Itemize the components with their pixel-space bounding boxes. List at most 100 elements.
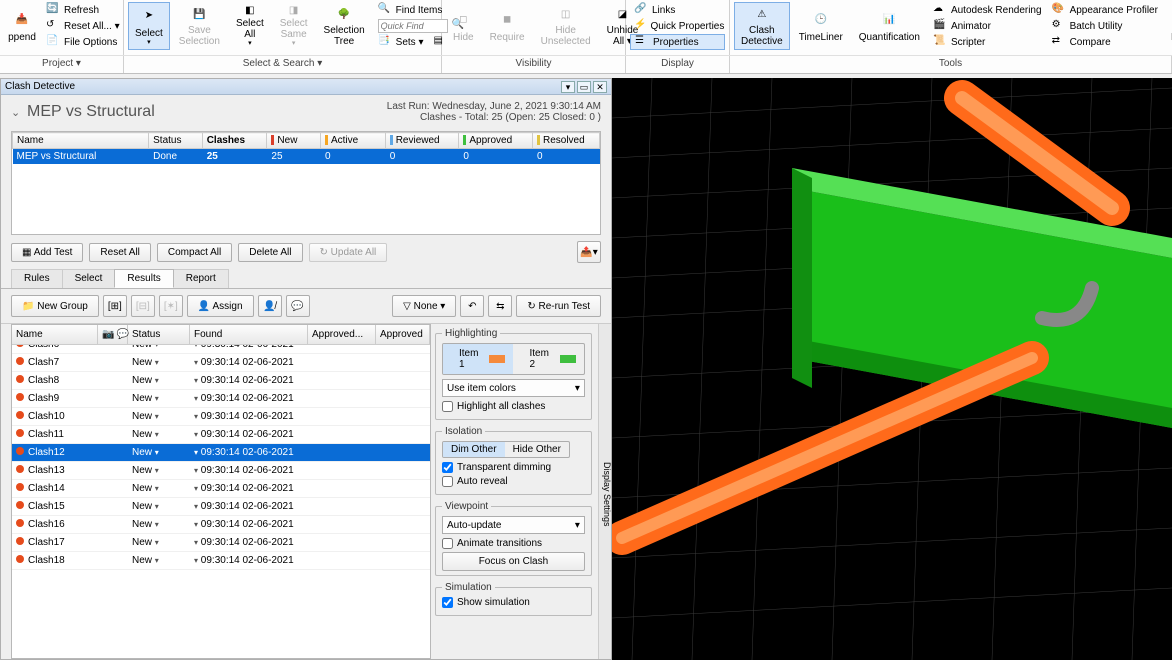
group-button[interactable]: [⊞] [103, 295, 127, 317]
status-dropdown-icon[interactable]: ▾ [155, 394, 159, 403]
filter-none-button[interactable]: ▽ None ▾ [392, 295, 456, 317]
col-active[interactable]: Active [320, 133, 385, 149]
properties-button[interactable]: ☰Properties [630, 34, 725, 50]
selection-tree-button[interactable]: 🌳Selection Tree [317, 2, 372, 50]
panel-dropdown-icon[interactable]: ▾ [561, 81, 575, 93]
comment-button[interactable]: 💬 [286, 295, 310, 317]
hide-button[interactable]: ◻Hide [446, 2, 481, 50]
status-dropdown-icon[interactable]: ▾ [155, 556, 159, 565]
found-dropdown-icon[interactable]: ▾ [194, 430, 198, 439]
found-dropdown-icon[interactable]: ▾ [194, 484, 198, 493]
display-settings-flyout[interactable]: Display Settings [598, 324, 611, 659]
add-test-button[interactable]: ▦ Add Test [11, 243, 83, 262]
tab-rules[interactable]: Rules [11, 269, 63, 288]
refresh-button[interactable]: 🔄Refresh [42, 2, 124, 18]
clash-row[interactable]: Clash8New ▾▾ 09:30:14 02-06-2021 [12, 372, 430, 390]
clash-row[interactable]: Clash9New ▾▾ 09:30:14 02-06-2021 [12, 390, 430, 408]
found-dropdown-icon[interactable]: ▾ [194, 376, 198, 385]
status-dropdown-icon[interactable]: ▾ [155, 502, 159, 511]
status-dropdown-icon[interactable]: ▾ [155, 466, 159, 475]
panel-pin-icon[interactable]: ▭ [577, 81, 591, 93]
found-dropdown-icon[interactable]: ▾ [194, 520, 198, 529]
select-same-button[interactable]: ◨Select Same▾ [273, 2, 315, 50]
highlight-color-combo[interactable]: Use item colors▾ [442, 379, 585, 397]
results-col-name[interactable]: Name [12, 325, 98, 344]
status-dropdown-icon[interactable]: ▾ [155, 430, 159, 439]
quick-properties-button[interactable]: ⚡Quick Properties [630, 18, 725, 34]
update-all-button[interactable]: ↻ Update All [309, 243, 388, 262]
dim-other-toggle[interactable]: Dim Other [443, 442, 505, 457]
require-button[interactable]: ◼Require [483, 2, 532, 50]
append-button[interactable]: 📥 ppend [4, 2, 40, 50]
clash-row[interactable]: Clash7New ▾▾ 09:30:14 02-06-2021 [12, 354, 430, 372]
col-clashes[interactable]: Clashes [202, 133, 267, 149]
unassign-button[interactable]: 👤̸ [258, 295, 282, 317]
results-col-status[interactable]: Status [128, 325, 190, 344]
test-row[interactable]: MEP vs Structural Done 25 25 0 0 0 0 [13, 149, 600, 165]
status-dropdown-icon[interactable]: ▾ [155, 376, 159, 385]
animate-transitions-checkbox[interactable]: Animate transitions [442, 538, 585, 549]
3d-viewport[interactable] [612, 78, 1172, 660]
found-dropdown-icon[interactable]: ▾ [194, 394, 198, 403]
tab-select[interactable]: Select [62, 269, 116, 288]
animator-button[interactable]: 🎬Animator [929, 18, 1046, 34]
data-button[interactable]: 🗃Data [1164, 2, 1172, 50]
clash-row[interactable]: Clash12New ▾▾ 09:30:14 02-06-2021 [12, 444, 430, 462]
delete-all-button[interactable]: Delete All [238, 243, 302, 262]
auto-reveal-checkbox[interactable]: Auto reveal [442, 476, 585, 487]
clash-row[interactable]: Clash18New ▾▾ 09:30:14 02-06-2021 [12, 552, 430, 570]
clash-row[interactable]: Clash6New ▾▾ 09:30:14 02-06-2021 [12, 345, 430, 354]
explode-button[interactable]: [✶] [159, 295, 183, 317]
status-dropdown-icon[interactable]: ▾ [155, 520, 159, 529]
col-name[interactable]: Name [13, 133, 149, 149]
chevron-down-icon[interactable]: ⌄ [11, 106, 21, 119]
new-group-button[interactable]: 📁 New Group [11, 295, 99, 317]
clash-row[interactable]: Clash13New ▾▾ 09:30:14 02-06-2021 [12, 462, 430, 480]
tab-results[interactable]: Results [114, 269, 173, 288]
reset-all-button[interactable]: Reset All [89, 243, 150, 262]
status-dropdown-icon[interactable]: ▾ [155, 412, 159, 421]
panel-close-icon[interactable]: ✕ [593, 81, 607, 93]
quantification-button[interactable]: 📊Quantification [852, 2, 927, 50]
col-new[interactable]: New [267, 133, 321, 149]
panel-titlebar[interactable]: Clash Detective ▾ ▭ ✕ [1, 79, 611, 95]
found-dropdown-icon[interactable]: ▾ [194, 502, 198, 511]
compare-button[interactable]: ⇄Compare [1048, 34, 1162, 50]
compact-all-button[interactable]: Compact All [157, 243, 232, 262]
results-col-icons[interactable]: 📷💬 [98, 325, 128, 344]
project-group-label[interactable]: Project ▾ [0, 56, 124, 73]
select-search-group-label[interactable]: Select & Search ▾ [124, 56, 442, 73]
appearance-profiler-button[interactable]: 🎨Appearance Profiler [1048, 2, 1162, 18]
clash-row[interactable]: Clash17New ▾▾ 09:30:14 02-06-2021 [12, 534, 430, 552]
clash-row[interactable]: Clash14New ▾▾ 09:30:14 02-06-2021 [12, 480, 430, 498]
viewpoint-combo[interactable]: Auto-update▾ [442, 516, 585, 534]
timeliner-button[interactable]: 🕒TimeLiner [792, 2, 850, 50]
found-dropdown-icon[interactable]: ▾ [194, 466, 198, 475]
autodesk-rendering-button[interactable]: ☁Autodesk Rendering [929, 2, 1046, 18]
clash-detective-button[interactable]: ⚠Clash Detective [734, 2, 790, 50]
found-dropdown-icon[interactable]: ▾ [194, 358, 198, 367]
batch-utility-button[interactable]: ⚙Batch Utility [1048, 18, 1162, 34]
redo-button[interactable]: ⇆ [488, 295, 512, 317]
results-col-found[interactable]: Found [190, 325, 308, 344]
found-dropdown-icon[interactable]: ▾ [194, 345, 198, 349]
status-dropdown-icon[interactable]: ▾ [155, 345, 159, 349]
clash-row[interactable]: Clash15New ▾▾ 09:30:14 02-06-2021 [12, 498, 430, 516]
clash-row[interactable]: Clash11New ▾▾ 09:30:14 02-06-2021 [12, 426, 430, 444]
quick-find-input[interactable] [378, 19, 448, 33]
save-selection-button[interactable]: 💾Save Selection [172, 2, 227, 50]
col-resolved[interactable]: Resolved [532, 133, 599, 149]
col-approved[interactable]: Approved [459, 133, 533, 149]
results-col-approvedby[interactable]: Approved... [308, 325, 376, 344]
select-button[interactable]: ➤Select▾ [128, 2, 170, 50]
item1-toggle[interactable]: Item 1 [443, 344, 513, 374]
rerun-test-button[interactable]: ↻ Re-run Test [516, 295, 601, 317]
found-dropdown-icon[interactable]: ▾ [194, 448, 198, 457]
found-dropdown-icon[interactable]: ▾ [194, 556, 198, 565]
highlight-all-checkbox[interactable]: Highlight all clashes [442, 401, 585, 412]
show-simulation-checkbox[interactable]: Show simulation [442, 597, 585, 608]
status-dropdown-icon[interactable]: ▾ [155, 358, 159, 367]
transparent-dimming-checkbox[interactable]: Transparent dimming [442, 462, 585, 473]
hide-unselected-button[interactable]: ◫Hide Unselected [534, 2, 598, 50]
hide-other-toggle[interactable]: Hide Other [505, 442, 569, 457]
